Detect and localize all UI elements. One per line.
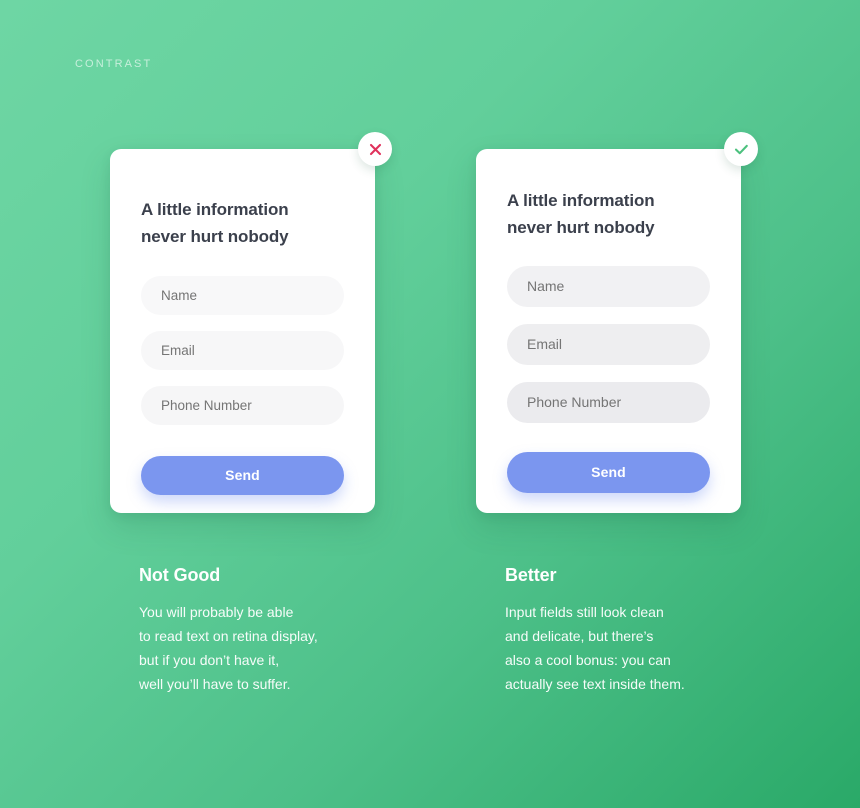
caption-title: Not Good xyxy=(139,565,221,585)
page-root: CONTRAST A little information never hurt… xyxy=(0,0,860,808)
signup-form xyxy=(141,275,344,425)
email-input[interactable] xyxy=(141,330,344,370)
name-input[interactable] xyxy=(141,275,344,315)
comparison-column-better: A little information never hurt nobody S… xyxy=(476,132,758,696)
name-input[interactable] xyxy=(507,265,710,307)
caption-better: Better Input fields still look clean and… xyxy=(476,565,741,696)
caption-title: Better xyxy=(505,565,557,585)
status-badge-error[interactable] xyxy=(358,132,392,166)
check-icon xyxy=(734,143,749,156)
send-button[interactable]: Send xyxy=(507,451,710,493)
email-input[interactable] xyxy=(507,323,710,365)
card-not-good: A little information never hurt nobody S… xyxy=(110,132,392,513)
status-badge-success[interactable] xyxy=(724,132,758,166)
caption-body: You will probably be able to read text o… xyxy=(139,604,318,693)
phone-input[interactable] xyxy=(141,385,344,425)
caption-body: Input fields still look clean and delica… xyxy=(505,604,685,693)
card-title: A little information never hurt nobody xyxy=(507,191,655,237)
card-title: A little information never hurt nobody xyxy=(141,200,289,246)
signup-form xyxy=(507,265,710,423)
close-icon xyxy=(369,143,382,156)
send-button[interactable]: Send xyxy=(141,455,344,495)
comparison-column-not-good: A little information never hurt nobody S… xyxy=(110,132,392,696)
card-better: A little information never hurt nobody S… xyxy=(476,132,758,513)
caption-not-good: Not Good You will probably be able to re… xyxy=(110,565,375,696)
phone-input[interactable] xyxy=(507,381,710,423)
page-eyebrow-label: CONTRAST xyxy=(75,58,153,70)
